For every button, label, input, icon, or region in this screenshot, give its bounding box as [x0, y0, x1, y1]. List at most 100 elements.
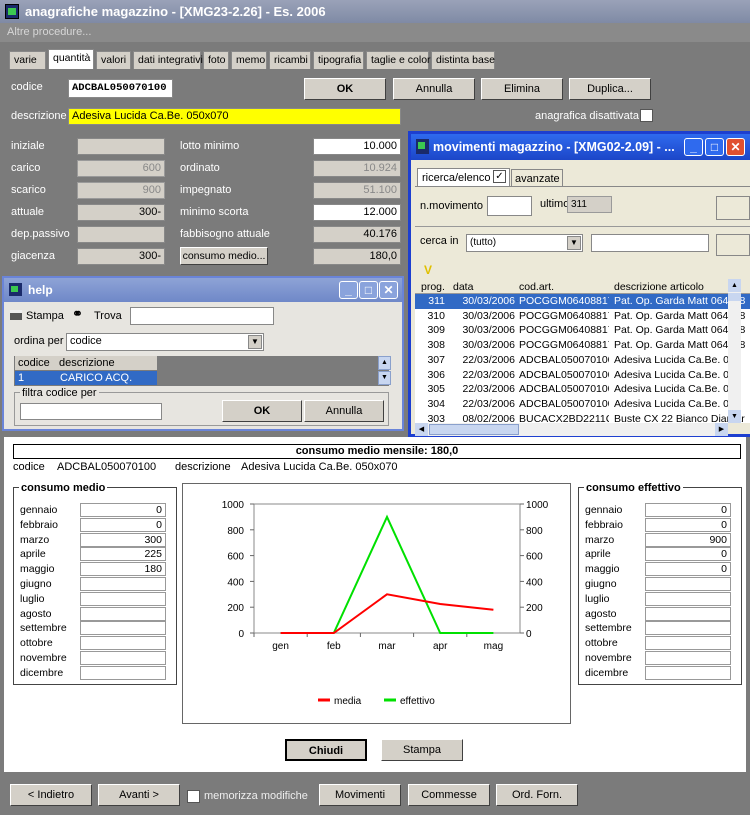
grid-col-header[interactable]: data — [453, 281, 473, 293]
duplica-button[interactable]: Duplica... — [569, 78, 651, 100]
x-tick-label: apr — [433, 641, 448, 652]
ord-forn-button[interactable]: Ord. Forn. — [496, 784, 578, 806]
table-row[interactable]: 305 22/03/2006 ADCBAL050070100 Adesiva Luci… — [415, 382, 750, 397]
table-row[interactable]: 304 22/03/2006 ADCBAL050070100 Adesiva Luci… — [415, 397, 750, 412]
disattivata-checkbox[interactable] — [640, 109, 653, 122]
elimina-button[interactable]: Elimina — [481, 78, 563, 100]
y-tick-label-left: 0 — [238, 629, 244, 640]
left-field-label: iniziale — [11, 140, 45, 152]
maximize-icon[interactable]: □ — [359, 281, 378, 299]
table-row[interactable]: 303 08/02/2006 BUCACX2BD2211C Buste CX 22 B… — [415, 412, 750, 423]
table-cell: ADCBAL050070100 — [519, 368, 609, 381]
annulla-button[interactable]: Annulla — [393, 78, 475, 100]
close-icon[interactable]: ✕ — [379, 281, 398, 299]
cerca-input[interactable] — [591, 234, 709, 252]
left-field-value[interactable]: 300- — [77, 204, 165, 221]
help-ok-button[interactable]: OK — [222, 400, 302, 422]
avanti-button[interactable]: Avanti > — [98, 784, 180, 806]
left-field-value[interactable] — [77, 138, 165, 155]
table-row[interactable]: 311 30/03/2006 POCGGM06408817 Pat. Op. Gard… — [415, 294, 750, 309]
x-tick-label: mag — [484, 641, 503, 652]
grid-col-header[interactable]: prog. — [421, 281, 445, 293]
filtra-label: filtra codice per — [20, 387, 99, 399]
medio-month-label: giugno — [20, 578, 52, 590]
medio-month-value: 0 — [80, 503, 166, 517]
horizontal-scrollbar[interactable]: ◀ ▶ — [415, 423, 728, 436]
right-field-value[interactable]: 10.000 — [313, 138, 401, 155]
table-row[interactable]: 307 22/03/2006 ADCBAL050070100 Adesiva Luci… — [415, 353, 750, 368]
tab-1[interactable]: quantità — [48, 49, 94, 69]
help-trova[interactable]: Trova — [94, 310, 122, 322]
codice-label: codice — [11, 81, 43, 93]
tab-7[interactable]: tipografia — [313, 51, 364, 69]
tab-0[interactable]: varie — [9, 51, 46, 69]
table-cell: 306 — [427, 368, 445, 381]
table-row[interactable]: 306 22/03/2006 ADCBAL050070100 Adesiva Luci… — [415, 368, 750, 383]
tab-8[interactable]: taglie e colori — [366, 51, 433, 69]
filtra-input[interactable] — [20, 403, 162, 420]
medio-month-label: dicembre — [20, 666, 64, 679]
scroll-up-icon[interactable]: ▲ — [378, 356, 391, 370]
right-field-value: 10.924 — [313, 160, 401, 177]
menu-altre-procedure[interactable]: Altre procedure... — [7, 26, 91, 38]
y-tick-label-right: 200 — [526, 603, 543, 614]
scroll-down-icon[interactable]: ▼ — [378, 371, 391, 385]
consumo-medio-button[interactable]: consumo medio... — [180, 247, 268, 265]
binoculars-icon[interactable]: ⚭ — [72, 307, 83, 320]
commesse-button[interactable]: Commesse — [408, 784, 490, 806]
cerca-select[interactable]: (tutto) — [466, 234, 583, 252]
y-tick-label-left: 200 — [227, 603, 244, 614]
grid-col-header[interactable]: descrizione articolo — [614, 281, 704, 293]
medio-month-value: 225 — [80, 547, 166, 562]
medio-month-label: maggio — [20, 563, 55, 576]
stampa-button[interactable]: Stampa — [381, 739, 463, 761]
vertical-scrollbar[interactable]: ▲ ▼ — [728, 279, 741, 423]
tab-5[interactable]: memo — [231, 51, 267, 69]
table-cell: BUCACX2BD2211C — [519, 412, 609, 423]
chevron-down-icon[interactable]: ▼ — [567, 236, 581, 250]
movimenti-button[interactable]: Movimenti — [319, 784, 401, 806]
ordina-select[interactable]: codice — [66, 333, 264, 351]
nmov-input[interactable] — [487, 196, 532, 216]
codice-field[interactable]: ADCBAL050070100 — [68, 79, 173, 98]
effettivo-month-label: agosto — [585, 607, 617, 620]
ricerca-checkbox[interactable]: ✓ — [493, 170, 506, 183]
close-icon[interactable]: ✕ — [726, 138, 745, 156]
table-cell: 22/03/2006 — [462, 368, 515, 381]
help-search-input[interactable] — [130, 307, 274, 325]
maximize-icon[interactable]: □ — [705, 138, 724, 156]
memorizza-checkbox[interactable] — [187, 790, 200, 803]
left-field-value[interactable]: 300- — [77, 248, 165, 265]
table-row[interactable]: 310 30/03/2006 POCGGM06408817 Pat. Op. Gard… — [415, 309, 750, 324]
table-cell: ADCBAL050070100 — [519, 383, 609, 396]
left-field-label: carico — [11, 162, 41, 174]
tab-3[interactable]: dati integrativi — [133, 51, 203, 69]
side-button[interactable] — [716, 196, 750, 220]
consumo-descrizione-value: Adesiva Lucida Ca.Be. 050x070 — [241, 461, 398, 473]
tab-4[interactable]: foto — [203, 51, 229, 69]
table-row[interactable]: 308 30/03/2006 POCGGM06408817 Pat. Op. Gard… — [415, 338, 750, 353]
indietro-button[interactable]: < Indietro — [10, 784, 92, 806]
tab-9[interactable]: distinta base — [431, 51, 495, 69]
table-cell: 308 — [427, 339, 445, 352]
effettivo-month-value: 0 — [645, 517, 731, 532]
descrizione-field[interactable]: Adesiva Lucida Ca.Be. 050x070 — [68, 108, 401, 125]
left-field-value[interactable] — [77, 226, 165, 243]
help-annulla-button[interactable]: Annulla — [304, 400, 384, 422]
right-field-value[interactable]: 12.000 — [313, 204, 401, 221]
tab-6[interactable]: ricambi — [269, 51, 311, 69]
table-row[interactable]: 309 30/03/2006 POCGGM06408817 Pat. Op. Gard… — [415, 323, 750, 338]
minimize-icon[interactable]: _ — [339, 281, 358, 299]
grid-col-header[interactable]: cod.art. — [519, 281, 554, 293]
effettivo-month-label: dicembre — [585, 666, 629, 679]
y-tick-label-right: 800 — [526, 526, 543, 537]
cerca-button[interactable] — [716, 234, 750, 256]
ok-button[interactable]: OK — [304, 78, 386, 100]
chiudi-button[interactable]: Chiudi — [285, 739, 367, 761]
chevron-down-icon[interactable]: ▼ — [248, 335, 262, 349]
help-stampa[interactable]: Stampa — [26, 310, 64, 322]
effettivo-month-label: gennaio — [585, 504, 623, 516]
printer-icon[interactable] — [10, 310, 22, 320]
minimize-icon[interactable]: _ — [684, 138, 703, 156]
tab-2[interactable]: valori — [96, 51, 131, 69]
